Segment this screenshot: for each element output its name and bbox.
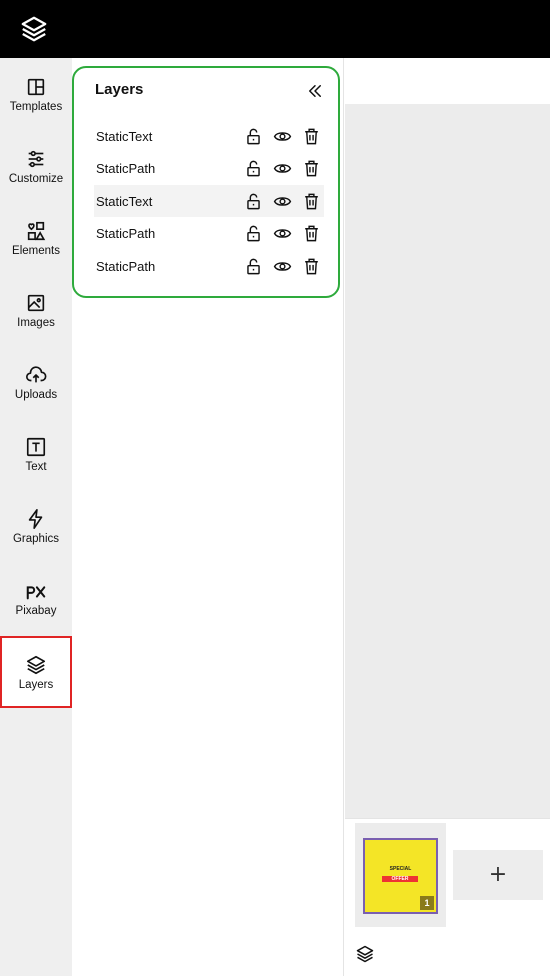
cloud-upload-icon <box>26 365 47 382</box>
add-page-button[interactable]: + <box>453 850 543 900</box>
sidebar-item-text[interactable]: Text <box>0 418 72 490</box>
eye-icon[interactable] <box>273 224 292 243</box>
layer-name: StaticText <box>96 193 153 209</box>
layers-list-container: Layers StaticText StaticPath StaticText <box>72 66 340 298</box>
panel-title: Layers <box>95 81 144 98</box>
shapes-icon <box>27 221 46 240</box>
layer-row[interactable]: StaticText <box>94 185 324 217</box>
design-canvas[interactable] <box>345 104 550 818</box>
layers-panel: Layers StaticText StaticPath StaticText <box>72 58 344 976</box>
lightning-icon <box>28 508 43 529</box>
image-icon <box>27 294 45 311</box>
stack-layers-icon[interactable] <box>19 14 49 44</box>
trash-icon[interactable] <box>302 192 321 211</box>
canvas-toolbar <box>345 58 550 104</box>
layer-name: StaticPath <box>96 258 156 274</box>
sidebar-item-label: Graphics <box>12 532 60 545</box>
sliders-icon <box>28 150 44 167</box>
sidebar-item-uploads[interactable]: Uploads <box>0 346 72 418</box>
trash-icon[interactable] <box>302 257 321 276</box>
page-number-badge: 1 <box>420 896 434 910</box>
sidebar-item-label: Customize <box>8 172 64 185</box>
eye-icon[interactable] <box>273 127 292 146</box>
trash-icon[interactable] <box>302 159 321 178</box>
layer-row[interactable]: StaticText <box>94 120 324 152</box>
eye-icon[interactable] <box>273 159 292 178</box>
sidebar-item-pixabay[interactable]: Pixabay <box>0 562 72 634</box>
template-grid-icon <box>27 78 45 95</box>
trash-icon[interactable] <box>302 224 321 243</box>
layer-row[interactable]: StaticPath <box>94 217 324 249</box>
trash-icon[interactable] <box>302 127 321 146</box>
double-chevron-left-icon[interactable] <box>306 82 324 100</box>
sidebar-item-label: Images <box>17 316 55 329</box>
layer-row[interactable]: StaticPath <box>94 250 324 282</box>
layer-row[interactable]: StaticPath <box>94 152 324 184</box>
unlock-icon[interactable] <box>244 257 263 276</box>
layer-name: StaticPath <box>96 160 156 176</box>
unlock-icon[interactable] <box>244 224 263 243</box>
sidebar-item-label: Pixabay <box>15 604 57 617</box>
unlock-icon[interactable] <box>244 192 263 211</box>
text-box-icon <box>26 437 46 456</box>
top-bar <box>0 0 550 58</box>
layer-name: StaticPath <box>96 225 156 241</box>
sidebar-item-label: Text <box>25 460 47 473</box>
sidebar-item-label: Layers <box>18 678 54 691</box>
sidebar-item-label: Uploads <box>14 388 58 401</box>
unlock-icon[interactable] <box>244 127 263 146</box>
sidebar-item-templates[interactable]: Templates <box>0 58 72 130</box>
unlock-icon[interactable] <box>244 159 263 178</box>
sidebar-item-graphics[interactable]: Graphics <box>0 490 72 562</box>
eye-icon[interactable] <box>273 257 292 276</box>
page-preview: SPECIAL OFFER 1 <box>363 838 438 914</box>
sidebar-item-customize[interactable]: Customize <box>0 130 72 202</box>
eye-icon[interactable] <box>273 192 292 211</box>
thumb-text-offer: OFFER <box>382 876 418 882</box>
thumb-text-special: SPECIAL <box>389 866 412 872</box>
pixabay-icon <box>26 585 46 599</box>
sidebar-item-layers[interactable]: Layers <box>0 636 72 708</box>
sidebar-rail: Templates Customize Elements Images Uplo… <box>0 58 72 976</box>
layer-name: StaticText <box>96 128 153 144</box>
pages-bar: SPECIAL OFFER 1 + <box>345 818 550 976</box>
sidebar-item-label: Elements <box>12 244 60 257</box>
sidebar-item-elements[interactable]: Elements <box>0 202 72 274</box>
page-thumbnail[interactable]: SPECIAL OFFER 1 <box>355 823 446 927</box>
sidebar-item-images[interactable]: Images <box>0 274 72 346</box>
layers-icon <box>26 655 46 674</box>
sidebar-item-label: Templates <box>9 100 63 113</box>
layers-icon[interactable] <box>355 944 375 964</box>
